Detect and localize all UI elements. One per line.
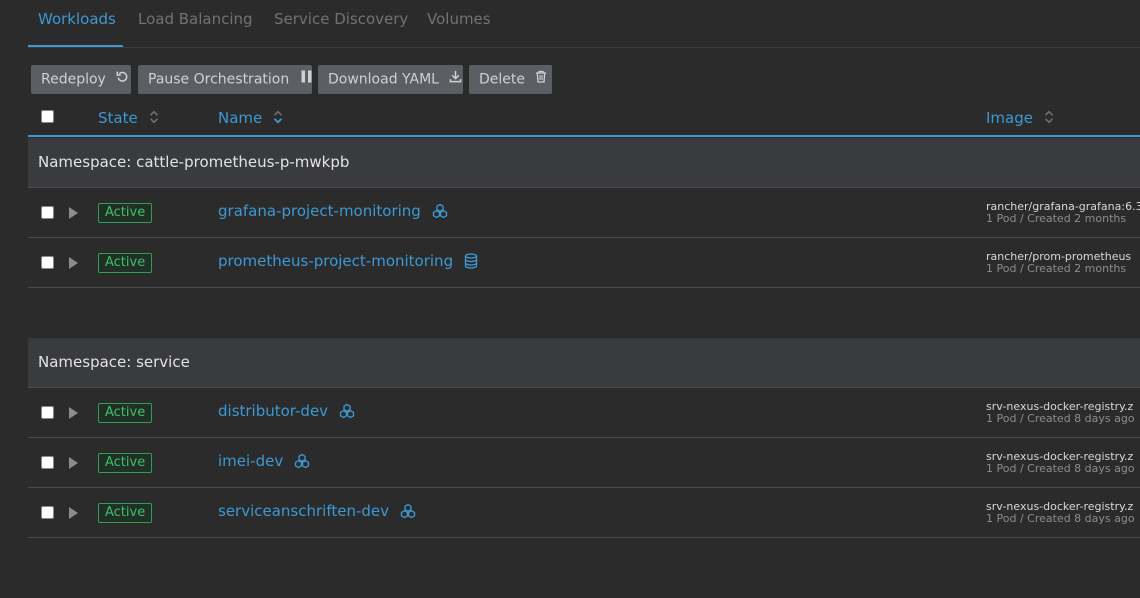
state-column-header[interactable]: State [98, 109, 159, 128]
row-checkbox[interactable] [41, 406, 54, 419]
namespace-label: Namespace: service [38, 353, 190, 371]
expand-row-icon[interactable] [69, 407, 78, 419]
tab-service-discovery[interactable]: Service Discovery [274, 10, 408, 28]
download-yaml-button[interactable]: Download YAML [318, 65, 463, 94]
expand-row-icon[interactable] [69, 507, 78, 519]
table-header: State Name Image [28, 102, 1140, 137]
expand-row-icon[interactable] [69, 207, 78, 219]
workload-name-link[interactable]: prometheus-project-monitoring [218, 252, 478, 273]
redeploy-label: Redeploy [41, 71, 106, 88]
download-icon [449, 65, 462, 94]
status-badge: Active [98, 203, 153, 223]
pod-created-info: 1 Pod / Created 8 days ago [986, 412, 1135, 425]
pause-icon [300, 65, 313, 94]
name-column-header[interactable]: Name [218, 109, 283, 128]
table-row: Active grafana-project-monitoring ranche… [28, 188, 1140, 238]
status-badge: Active [98, 253, 153, 273]
status-badge: Active [98, 503, 153, 523]
pod-created-info: 1 Pod / Created 8 days ago [986, 462, 1135, 475]
workload-name: distributor-dev [218, 402, 329, 420]
download-yaml-label: Download YAML [328, 71, 439, 88]
pod-created-info: 1 Pod / Created 2 months [986, 212, 1127, 225]
image-column-header[interactable]: Image [986, 109, 1054, 128]
redeploy-button[interactable]: Redeploy [31, 65, 131, 94]
database-icon [464, 253, 478, 273]
workload-name-link[interactable]: distributor-dev [218, 402, 355, 423]
workload-name-link[interactable]: serviceanschriften-dev [218, 502, 416, 523]
expand-row-icon[interactable] [69, 257, 78, 269]
table-row: Active imei-dev srv-nexus-docker-registr… [28, 438, 1140, 488]
row-checkbox[interactable] [41, 206, 54, 219]
pod-created-info: 1 Pod / Created 2 months [986, 262, 1127, 275]
pause-orchestration-label: Pause Orchestration [148, 71, 290, 88]
namespace-group-header: Namespace: cattle-prometheus-p-mwkpb [28, 138, 1140, 188]
table-row: Active distributor-dev srv-nexus-docker-… [28, 388, 1140, 438]
status-badge: Active [98, 453, 153, 473]
redeploy-icon [116, 65, 129, 94]
row-checkbox[interactable] [41, 256, 54, 269]
row-checkbox[interactable] [41, 456, 54, 469]
image-header-label: Image [986, 109, 1033, 127]
state-header-label: State [98, 109, 138, 127]
tab-volumes[interactable]: Volumes [427, 10, 491, 28]
workload-name: serviceanschriften-dev [218, 502, 390, 520]
pause-orchestration-button[interactable]: Pause Orchestration [138, 65, 312, 94]
namespace-label: Namespace: cattle-prometheus-p-mwkpb [38, 153, 350, 171]
delete-button[interactable]: Delete [469, 65, 552, 94]
pod-created-info: 1 Pod / Created 8 days ago [986, 512, 1135, 525]
sort-icon [1044, 110, 1054, 128]
workload-name: imei-dev [218, 452, 284, 470]
active-tab-indicator [28, 45, 123, 47]
select-all-checkbox[interactable] [41, 110, 54, 123]
sort-ascending-icon [273, 110, 283, 128]
name-header-label: Name [218, 109, 263, 127]
table-row: Active serviceanschriften-dev srv-nexus-… [28, 488, 1140, 538]
table-row: Active prometheus-project-monitoring ran… [28, 238, 1140, 288]
cluster-icon [400, 503, 416, 523]
tab-load-balancing[interactable]: Load Balancing [138, 10, 253, 28]
workload-name-link[interactable]: imei-dev [218, 452, 310, 473]
cluster-icon [339, 403, 355, 423]
delete-label: Delete [479, 71, 525, 88]
row-checkbox[interactable] [41, 506, 54, 519]
cluster-icon [432, 203, 448, 223]
workload-tabs: Workloads Load Balancing Service Discove… [28, 0, 1140, 48]
status-badge: Active [98, 403, 153, 423]
workload-name: prometheus-project-monitoring [218, 252, 454, 270]
namespace-group-header: Namespace: service [28, 338, 1140, 388]
sort-icon [149, 110, 159, 128]
trash-icon [535, 65, 547, 94]
cluster-icon [294, 453, 310, 473]
workload-name-link[interactable]: grafana-project-monitoring [218, 202, 448, 223]
expand-row-icon[interactable] [69, 457, 78, 469]
tab-workloads[interactable]: Workloads [38, 10, 116, 28]
workload-name: grafana-project-monitoring [218, 202, 421, 220]
